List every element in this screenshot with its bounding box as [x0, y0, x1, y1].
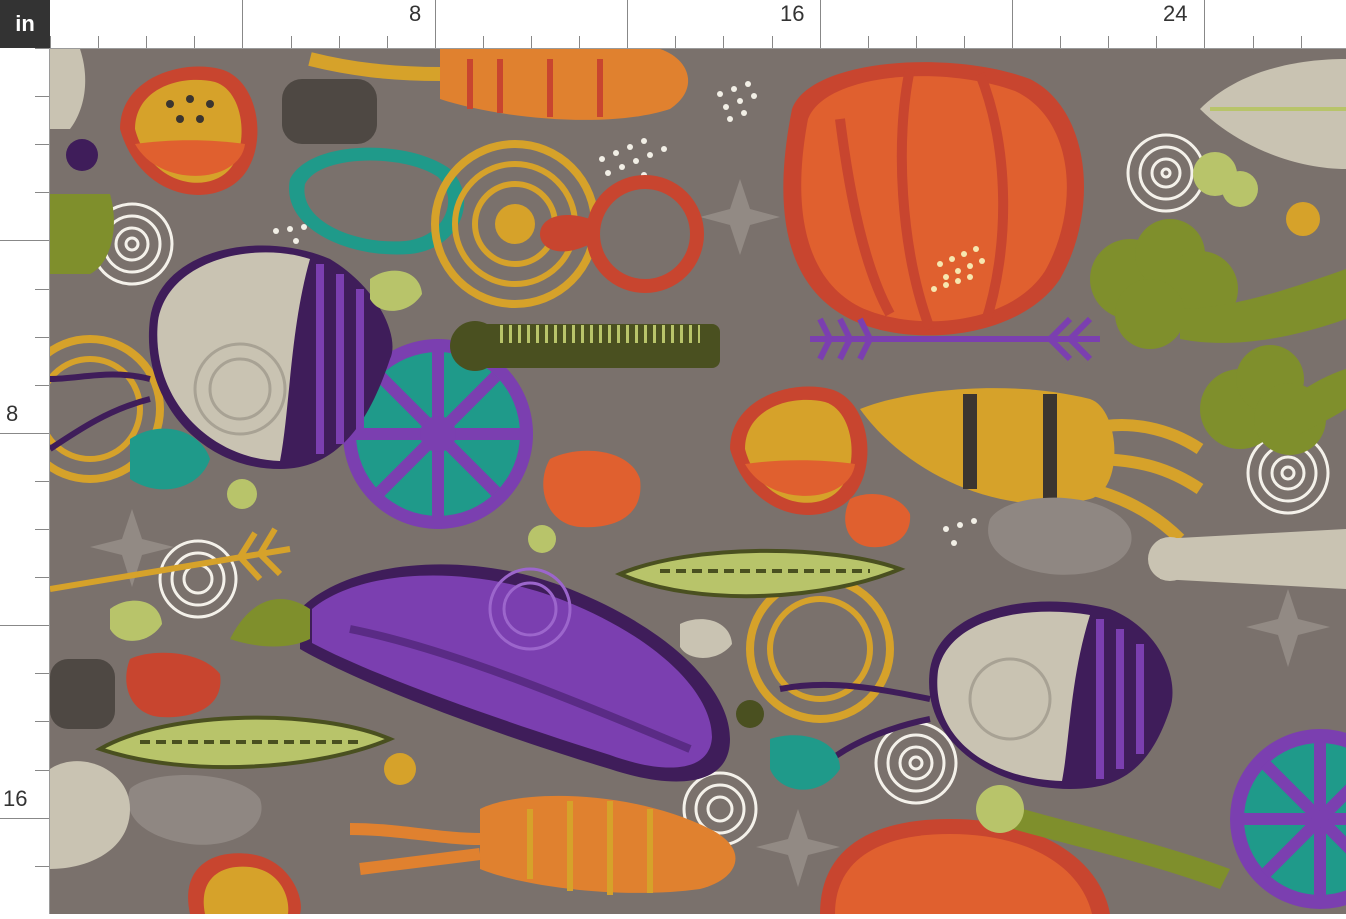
ruler-left-label-16: 16: [3, 786, 28, 811]
ruler-top-label-8: 8: [409, 1, 422, 26]
ruler-top-ticks: [50, 0, 1302, 48]
ruler-unit-label[interactable]: in: [0, 0, 50, 48]
ruler-left: 8 16: [0, 48, 50, 915]
pumpkin-top: [783, 62, 1084, 336]
asparagus-top: [450, 321, 720, 371]
ruler-left-label-8: 8: [6, 401, 19, 426]
ruler-top: 8 16 24: [50, 0, 1346, 49]
ruler-top-label-24: 24: [1163, 1, 1188, 26]
ruler-left-ticks: [0, 48, 49, 915]
vegetable-pattern: [50, 49, 1346, 914]
ruler-top-label-16: 16: [780, 1, 805, 26]
fabric-preview: [50, 49, 1346, 914]
